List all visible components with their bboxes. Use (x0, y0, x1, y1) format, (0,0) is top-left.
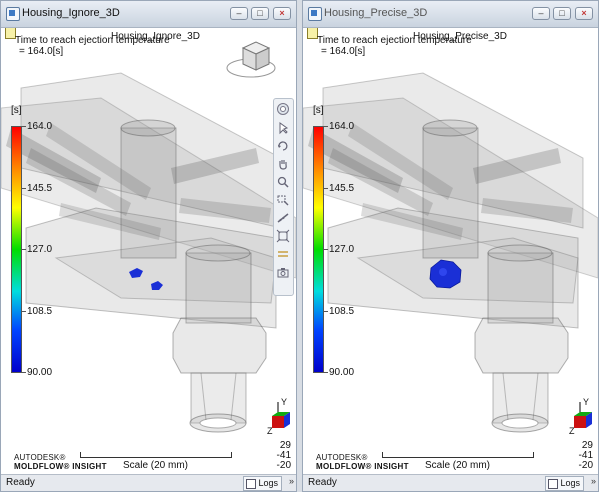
result-value: = 164.0[s] (321, 46, 366, 57)
axis-label-z: Z (569, 426, 575, 434)
lines-icon[interactable] (276, 247, 290, 261)
result-window-ignore[interactable]: Housing_Ignore_3D – □ × Housing_Ignore_3… (0, 0, 297, 492)
expand-chevron-icon[interactable]: » (591, 476, 596, 486)
camera-icon[interactable] (276, 265, 290, 279)
expand-chevron-icon[interactable]: » (289, 476, 294, 486)
result-value: = 164.0[s] (19, 46, 64, 57)
color-legend-bar (313, 126, 324, 373)
scale-bar (382, 452, 534, 458)
legend-tick: 108.5 (27, 306, 53, 317)
legend-tick: 127.0 (329, 244, 355, 255)
legend-tick-max: 164.0 (329, 121, 355, 132)
zoom-window-icon[interactable] (276, 193, 290, 207)
legend-tick-min: 90.00 (329, 367, 355, 378)
fit-view-icon[interactable] (276, 229, 290, 243)
axis-label-y: Y (583, 398, 589, 407)
axis-label-z: Z (267, 426, 273, 434)
legend-tick: 145.5 (27, 183, 53, 194)
close-button[interactable]: × (575, 7, 593, 20)
window-title: Housing_Precise_3D (324, 7, 428, 19)
axis-triad-icon: Y Z (267, 398, 290, 434)
legend-tick: 127.0 (27, 244, 53, 255)
view-cube-icon[interactable] (226, 41, 276, 78)
close-button[interactable]: × (273, 7, 291, 20)
minimize-button[interactable]: – (230, 7, 248, 20)
coordinate-readout: 29 -41 -20 (276, 440, 291, 471)
color-legend-bar (11, 126, 22, 373)
moldflow-logo: MOLDFLOW® INSIGHT (14, 462, 107, 471)
title-bar[interactable]: Housing_Precise_3D – □ × (303, 1, 598, 28)
window-app-icon (308, 7, 322, 21)
autodesk-logo: AUTODESK® (316, 453, 368, 462)
maximize-button[interactable]: □ (251, 7, 269, 20)
title-bar[interactable]: Housing_Ignore_3D – □ × (1, 1, 296, 28)
legend-tick: 108.5 (329, 306, 355, 317)
maximize-button[interactable]: □ (553, 7, 571, 20)
legend-unit: [s] (11, 105, 22, 116)
status-text: Ready (6, 477, 35, 488)
rotate-icon[interactable] (276, 139, 290, 153)
status-text: Ready (308, 477, 337, 488)
result-description: Time to reach ejection temperature (317, 35, 472, 46)
coordinate-readout: 29 -41 -20 (578, 440, 593, 471)
logs-icon (548, 479, 559, 489)
window-app-icon (6, 7, 20, 21)
scale-label: Scale (20 mm) (425, 460, 491, 471)
legend-unit: [s] (313, 105, 324, 116)
moldflow-logo: MOLDFLOW® INSIGHT (316, 462, 409, 471)
legend-tick-max: 164.0 (27, 121, 53, 132)
axis-label-y: Y (281, 398, 287, 407)
steering-wheel-icon[interactable] (276, 102, 290, 116)
result-description: Time to reach ejection temperature (15, 35, 170, 46)
logs-button[interactable]: Logs (243, 476, 282, 491)
legend-tick-min: 90.00 (27, 367, 53, 378)
minimize-button[interactable]: – (532, 7, 550, 20)
model-viewport[interactable]: Housing_Ignore_3D Time to reach ejection… (1, 28, 296, 475)
model-viewport[interactable]: Housing_Precise_3D Time to reach ejectio… (303, 28, 598, 475)
view-toolbar (273, 98, 294, 296)
scale-label: Scale (20 mm) (123, 460, 189, 471)
scale-bar (80, 452, 232, 458)
zoom-icon[interactable] (276, 175, 290, 189)
select-arrow-icon[interactable] (276, 121, 290, 135)
status-bar: Ready Logs » (303, 474, 598, 491)
logs-icon (246, 479, 257, 489)
axis-triad-icon: Y Z (569, 398, 592, 434)
legend-tick: 145.5 (329, 183, 355, 194)
result-window-precise[interactable]: Housing_Precise_3D – □ × Housing_Precise… (302, 0, 599, 492)
measure-icon[interactable] (276, 211, 290, 225)
autodesk-logo: AUTODESK® (14, 453, 66, 462)
window-title: Housing_Ignore_3D (22, 7, 120, 19)
status-bar: Ready Logs » (1, 474, 296, 491)
logs-button[interactable]: Logs (545, 476, 584, 491)
pan-hand-icon[interactable] (276, 157, 290, 171)
